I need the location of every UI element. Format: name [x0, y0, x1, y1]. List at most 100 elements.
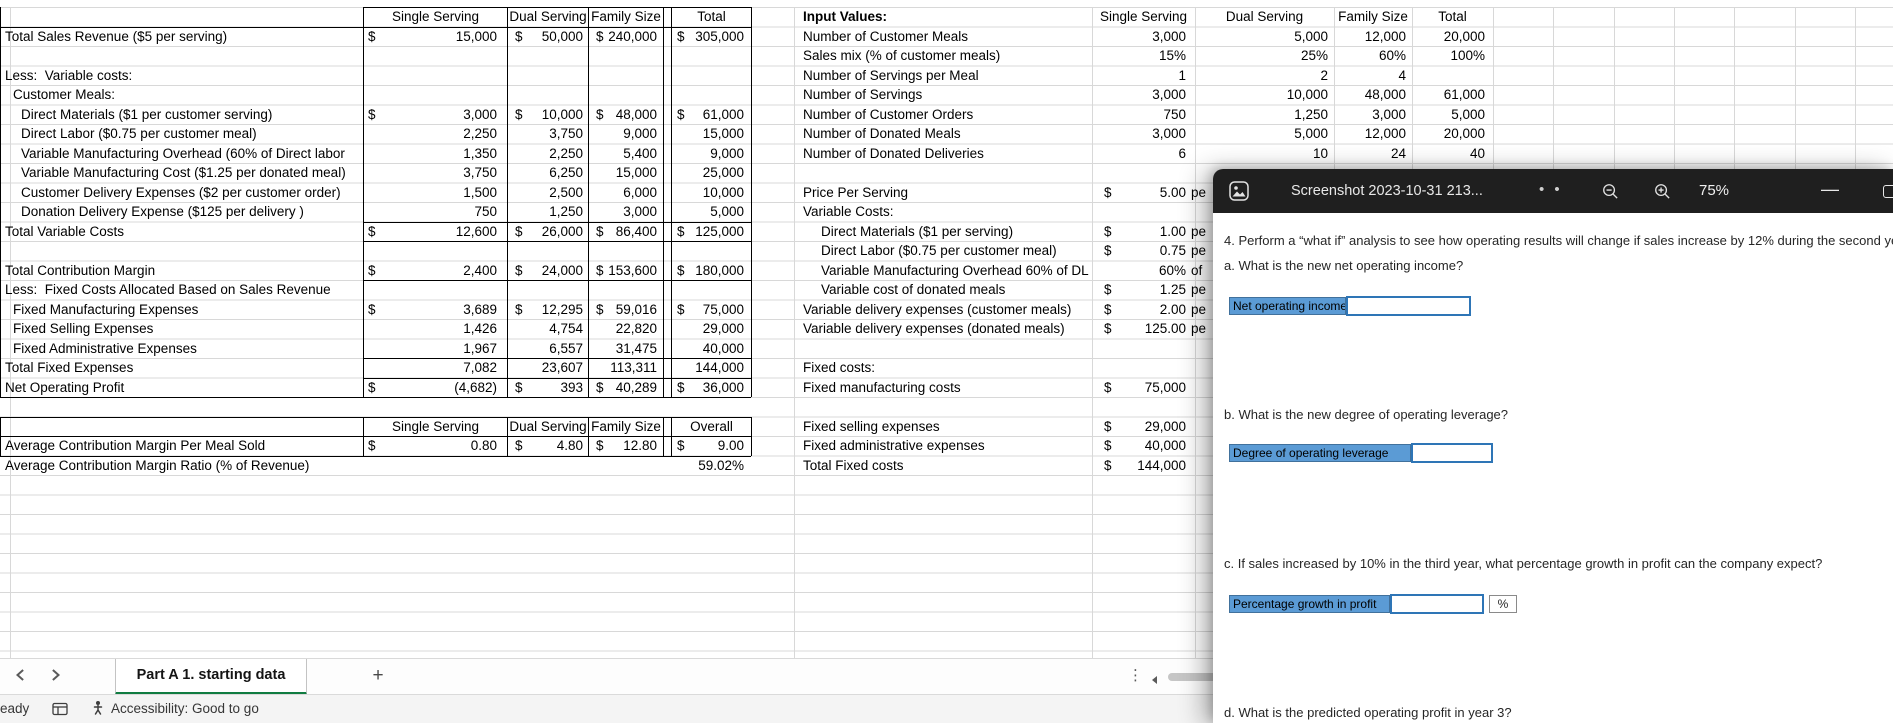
row-label-cell[interactable]: Variable Costs:: [803, 202, 1091, 222]
value-cell[interactable]: 61,000: [682, 105, 744, 125]
row-label-cell[interactable]: Number of Servings per Meal: [803, 66, 1091, 86]
value-cell[interactable]: 4: [1306, 66, 1406, 86]
column-header-cell[interactable]: Single Serving: [364, 417, 507, 437]
value-cell[interactable]: 12.80: [606, 436, 657, 456]
row-label-cell[interactable]: Number of Customer Orders: [803, 105, 1091, 125]
column-header-cell[interactable]: Family Size: [589, 417, 663, 437]
value-cell[interactable]: 5.00: [1086, 183, 1186, 203]
value-cell[interactable]: 1.25: [1086, 280, 1186, 300]
value-cell[interactable]: 1,967: [386, 339, 497, 359]
column-header-cell[interactable]: Overall: [672, 417, 751, 437]
value-cell[interactable]: 6,000: [606, 183, 657, 203]
value-cell[interactable]: 24,000: [516, 261, 583, 281]
value-cell[interactable]: 305,000: [682, 27, 744, 47]
value-cell[interactable]: 4.80: [516, 436, 583, 456]
value-cell[interactable]: 29,000: [1086, 417, 1186, 437]
value-cell[interactable]: 2,250: [516, 144, 583, 164]
row-label-cell[interactable]: Net Operating Profit: [5, 378, 361, 398]
value-cell[interactable]: 2,250: [386, 124, 497, 144]
value-cell[interactable]: 48,000: [606, 105, 657, 125]
hscroll-left-icon[interactable]: [1150, 672, 1158, 690]
row-label-cell[interactable]: Variable cost of donated meals: [803, 280, 1109, 300]
value-cell[interactable]: 3,689: [386, 300, 497, 320]
value-cell[interactable]: 60%: [1086, 261, 1186, 281]
value-cell[interactable]: 180,000: [682, 261, 744, 281]
row-label-cell[interactable]: Number of Donated Meals: [803, 124, 1091, 144]
value-cell[interactable]: 1,426: [386, 319, 497, 339]
value-cell[interactable]: 393: [516, 378, 583, 398]
sheet-nav-left-icon[interactable]: [10, 668, 30, 686]
value-cell[interactable]: 2.00: [1086, 300, 1186, 320]
value-cell[interactable]: 5,000: [682, 202, 744, 222]
value-cell[interactable]: 153,600: [606, 261, 657, 281]
maximize-button[interactable]: [1883, 185, 1893, 198]
value-cell[interactable]: 1,500: [386, 183, 497, 203]
column-header-cell[interactable]: Dual Serving: [1195, 7, 1334, 27]
value-cell[interactable]: 40,000: [1086, 436, 1186, 456]
row-label-cell[interactable]: Fixed manufacturing costs: [803, 378, 1091, 398]
column-header-cell[interactable]: Dual Serving: [508, 7, 588, 27]
add-sheet-button[interactable]: +: [366, 659, 390, 693]
column-header-cell[interactable]: Single Serving: [364, 7, 507, 27]
row-label-cell[interactable]: Price Per Serving: [803, 183, 1091, 203]
row-label-cell[interactable]: Number of Servings: [803, 85, 1091, 105]
row-label-cell[interactable]: Fixed selling expenses: [803, 417, 1091, 437]
sheet-tab-part-a-starting-data[interactable]: Part A 1. starting data: [115, 659, 307, 695]
value-cell[interactable]: 1.00: [1086, 222, 1186, 242]
row-label-cell[interactable]: Donation Delivery Expense ($125 per deli…: [5, 202, 377, 222]
zoom-out-icon[interactable]: [1601, 182, 1620, 206]
value-cell[interactable]: 59,016: [606, 300, 657, 320]
value-cell[interactable]: 750: [1086, 105, 1186, 125]
minimize-button[interactable]: —: [1821, 169, 1839, 209]
row-label-cell[interactable]: Variable Manufacturing Overhead (60% of …: [5, 144, 377, 164]
zoom-in-icon[interactable]: [1653, 182, 1672, 206]
value-cell[interactable]: 29,000: [682, 319, 744, 339]
row-label-cell[interactable]: Variable delivery expenses (customer mea…: [803, 300, 1091, 320]
value-cell[interactable]: 2,400: [386, 261, 497, 281]
row-label-cell[interactable]: Variable delivery expenses (donated meal…: [803, 319, 1091, 339]
currency-cell[interactable]: $: [368, 300, 384, 320]
value-cell[interactable]: 6,557: [516, 339, 583, 359]
value-cell[interactable]: 1,250: [516, 202, 583, 222]
value-cell[interactable]: 22,820: [606, 319, 657, 339]
value-cell[interactable]: 1,350: [386, 144, 497, 164]
value-cell[interactable]: 4,754: [516, 319, 583, 339]
more-options-icon[interactable]: • •: [1539, 169, 1563, 210]
value-cell[interactable]: 59.02%: [682, 456, 744, 476]
value-cell[interactable]: 0.80: [386, 436, 497, 456]
value-cell[interactable]: 9,000: [606, 124, 657, 144]
row-label-cell[interactable]: Less: Fixed Costs Allocated Based on Sal…: [5, 280, 361, 300]
row-label-cell[interactable]: Fixed Administrative Expenses: [5, 339, 369, 359]
value-cell[interactable]: 125,000: [682, 222, 744, 242]
row-label-cell[interactable]: Total Fixed costs: [803, 456, 1091, 476]
value-cell[interactable]: 9,000: [682, 144, 744, 164]
value-cell[interactable]: 5,000: [1385, 105, 1485, 125]
row-label-cell[interactable]: Direct Labor ($0.75 per customer meal): [803, 241, 1109, 261]
column-header-cell[interactable]: Single Serving: [1092, 7, 1195, 27]
row-label-cell[interactable]: Total Fixed Expenses: [5, 358, 361, 378]
row-label-cell[interactable]: Direct Materials ($1 per customer servin…: [5, 105, 377, 125]
value-cell[interactable]: 61,000: [1385, 85, 1485, 105]
value-cell[interactable]: 15,000: [606, 163, 657, 183]
row-label-cell[interactable]: Fixed costs:: [803, 358, 1091, 378]
row-label-cell[interactable]: Direct Labor ($0.75 per customer meal): [5, 124, 377, 144]
value-cell[interactable]: 6: [1086, 144, 1186, 164]
row-label-cell[interactable]: Fixed administrative expenses: [803, 436, 1091, 456]
column-header-cell[interactable]: Dual Serving: [508, 417, 588, 437]
row-label-cell[interactable]: Fixed Selling Expenses: [5, 319, 369, 339]
row-label-cell[interactable]: Customer Meals:: [5, 85, 369, 105]
value-cell[interactable]: 50,000: [516, 27, 583, 47]
value-cell[interactable]: 23,607: [516, 358, 583, 378]
value-cell[interactable]: 750: [386, 202, 497, 222]
value-cell[interactable]: (4,682): [386, 378, 497, 398]
value-cell[interactable]: 26,000: [516, 222, 583, 242]
row-label-cell[interactable]: Total Contribution Margin: [5, 261, 361, 281]
value-cell[interactable]: 40: [1385, 144, 1485, 164]
row-label-cell[interactable]: Direct Materials ($1 per serving): [803, 222, 1109, 242]
value-cell[interactable]: 3,000: [1086, 27, 1186, 47]
value-cell[interactable]: 3,750: [386, 163, 497, 183]
value-cell[interactable]: 2,500: [516, 183, 583, 203]
value-cell[interactable]: 12,295: [516, 300, 583, 320]
row-label-cell[interactable]: Less: Variable costs:: [5, 66, 361, 86]
value-cell[interactable]: 31,475: [606, 339, 657, 359]
